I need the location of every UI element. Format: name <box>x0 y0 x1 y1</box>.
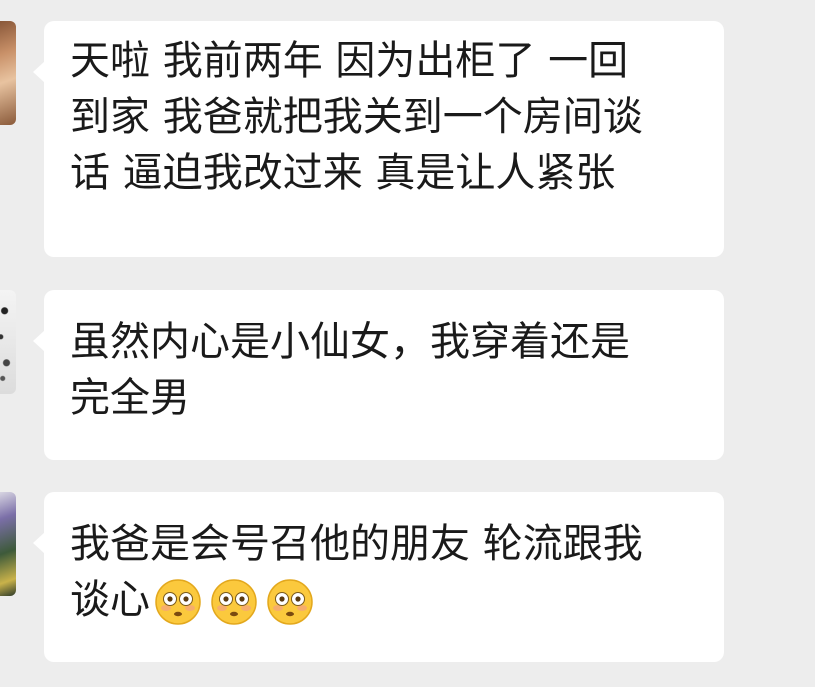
message-bubble[interactable]: 天啦 我前两年 因为出柜了 一回 到家 我爸就把我关到一个房间谈 话 逼迫我改过… <box>33 21 724 257</box>
message-bubble[interactable]: 虽然内心是小仙女，我穿着还是 完全男 <box>33 290 724 460</box>
message-text-line: 话 逼迫我改过来 真是让人紧张 <box>70 150 616 196</box>
message-text-line: 天啦 我前两年 因为出柜了 一回 <box>70 38 629 84</box>
message-text-line: 虽然内心是小仙女，我穿着还是 <box>70 319 630 365</box>
avatar[interactable] <box>0 21 16 125</box>
message-text-line: 完全男 <box>70 375 190 421</box>
message-text-line: 我爸是会号召他的朋友 轮流跟我 <box>70 521 643 567</box>
flushed-face-icon <box>211 579 257 625</box>
message-text-line: 到家 我爸就把我关到一个房间谈 <box>70 94 643 140</box>
emoji-group <box>154 578 314 626</box>
chat-message: 天啦 我前两年 因为出柜了 一回 到家 我爸就把我关到一个房间谈 话 逼迫我改过… <box>0 21 815 257</box>
message-text-line-with-emoji: 谈心 <box>70 572 698 628</box>
avatar[interactable] <box>0 290 16 394</box>
chat-message: 我爸是会号召他的朋友 轮流跟我 谈心 <box>0 492 815 662</box>
flushed-face-icon <box>155 579 201 625</box>
chat-message: 虽然内心是小仙女，我穿着还是 完全男 <box>0 290 815 460</box>
flushed-face-icon <box>267 579 313 625</box>
message-text: 谈心 <box>70 577 150 623</box>
message-bubble[interactable]: 我爸是会号召他的朋友 轮流跟我 谈心 <box>33 492 724 662</box>
avatar[interactable] <box>0 492 16 596</box>
